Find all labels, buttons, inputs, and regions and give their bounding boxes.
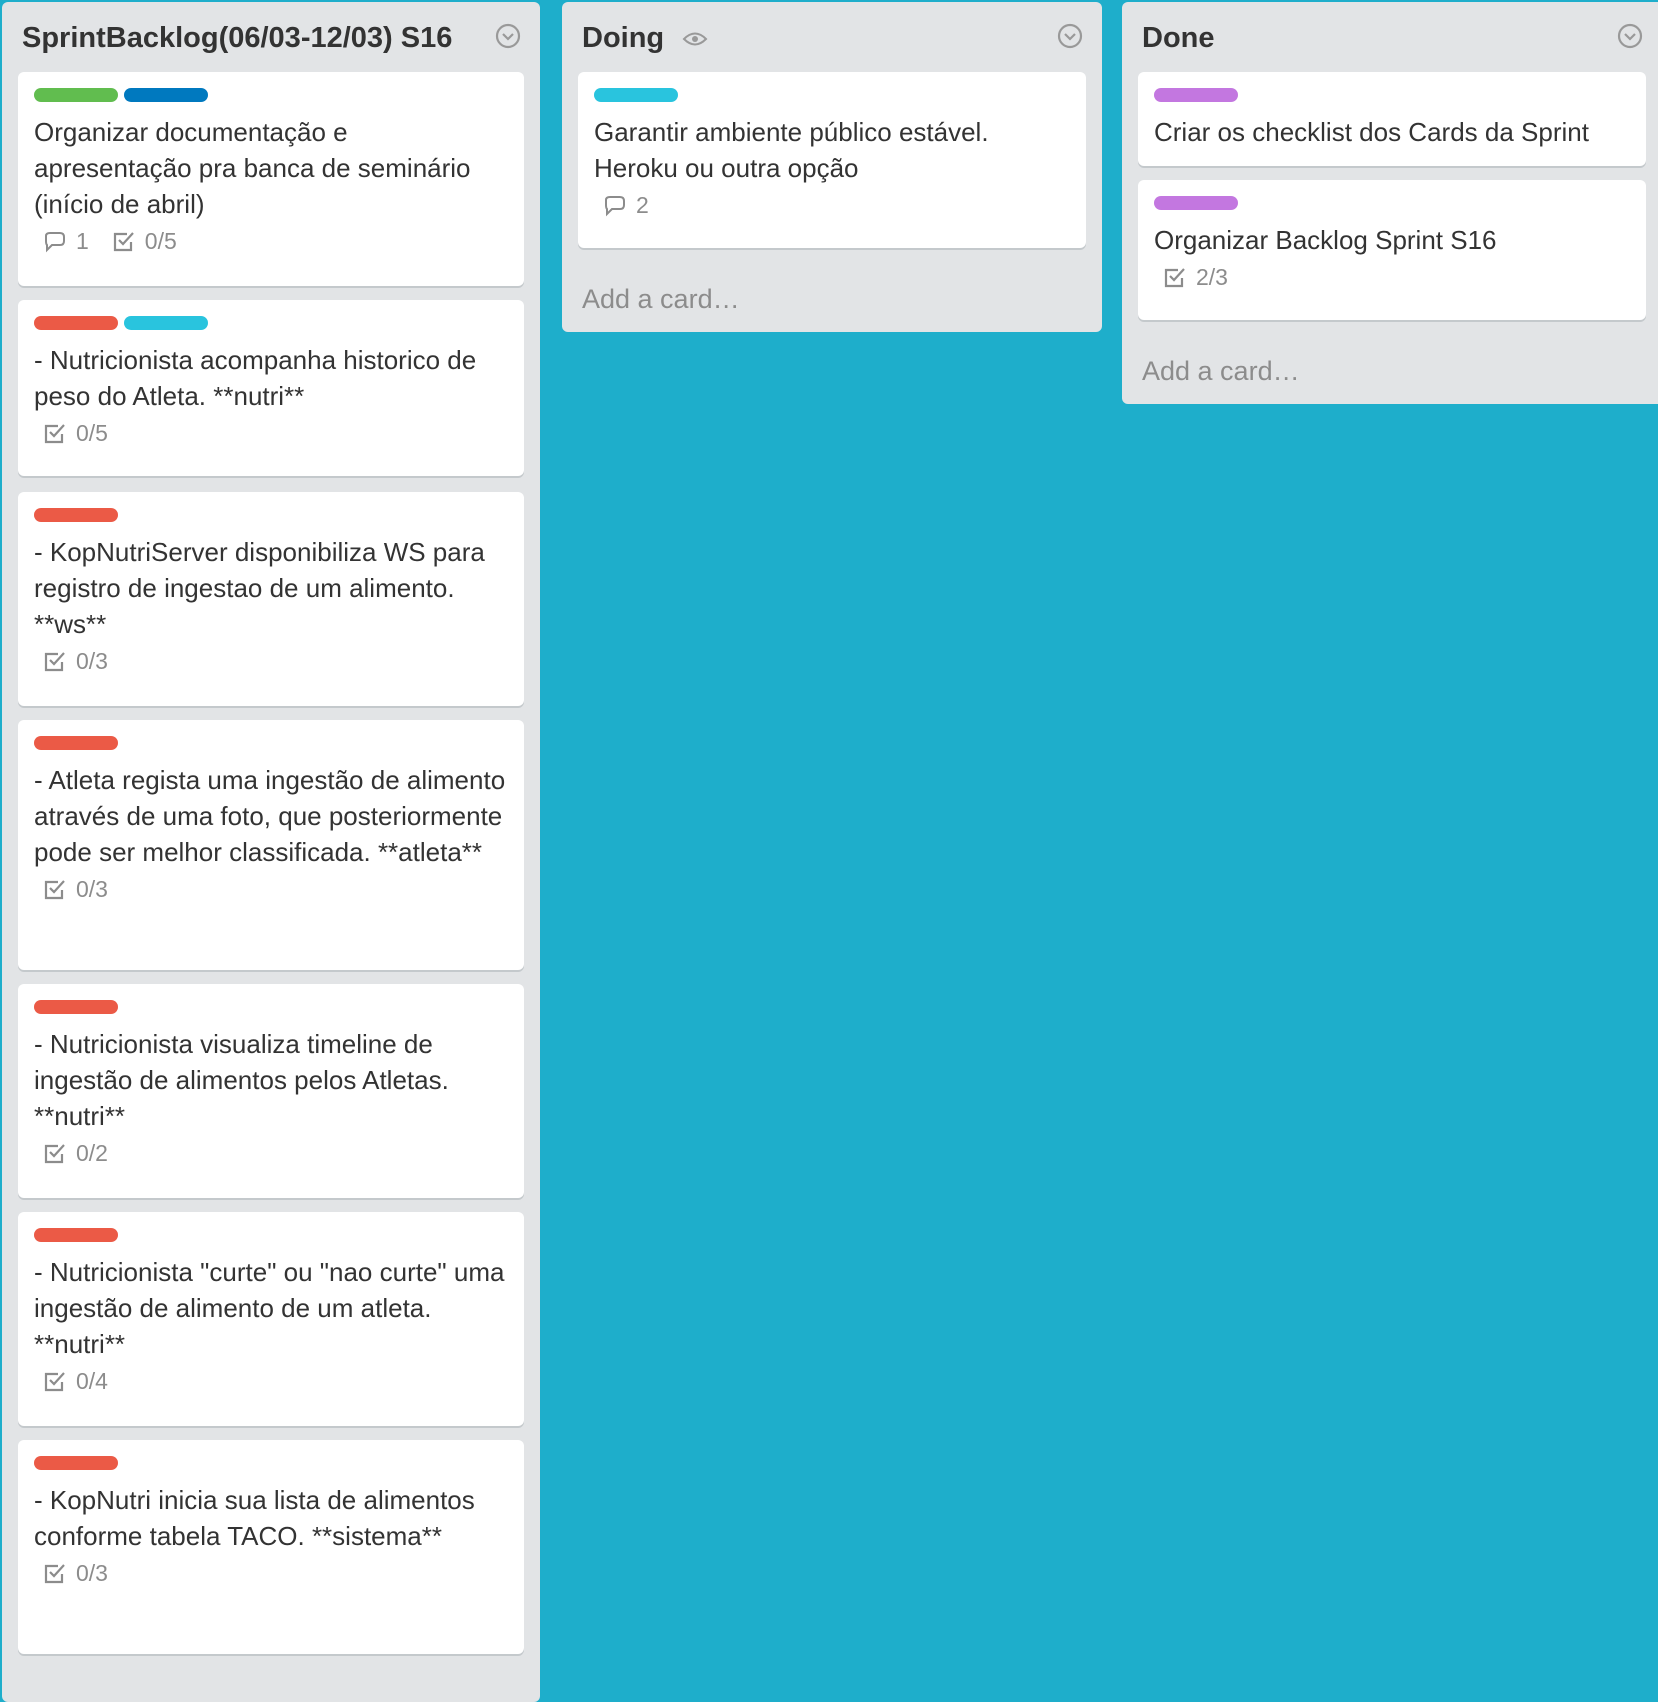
checklist-count: 0/3 [76, 1560, 108, 1586]
label-purple [1154, 196, 1238, 210]
card[interactable]: - KopNutri inicia sua lista de alimentos… [18, 1440, 524, 1654]
card-title: - Nutricionista acompanha historico de p… [34, 345, 477, 411]
card[interactable]: - KopNutriServer disponibiliza WS para r… [18, 492, 524, 706]
checklist-count: 0/3 [76, 648, 108, 674]
checklist-icon [44, 879, 65, 899]
list-menu-icon[interactable] [494, 22, 522, 50]
list-title: Doing [582, 22, 708, 55]
card-badges: 0/5 [34, 420, 508, 447]
card-badges: 0/4 [34, 1368, 508, 1395]
checklist-icon [44, 1143, 65, 1163]
add-card-button[interactable]: Add a card… [1142, 356, 1300, 387]
label-blue [124, 88, 208, 102]
checklist-badge: 0/2 [42, 1140, 108, 1167]
comments-badge: 1 [42, 228, 89, 255]
card[interactable]: Organizar documentação e apresentação pr… [18, 72, 524, 286]
list-title-text[interactable]: Doing [582, 22, 664, 54]
card-labels [594, 88, 1070, 104]
card-title: - Atleta regista uma ingestão de aliment… [34, 765, 506, 867]
card[interactable]: - Nutricionista "curte" ou "nao curte" u… [18, 1212, 524, 1426]
checklist-icon [44, 423, 65, 443]
card-title: - Nutricionista visualiza timeline de in… [34, 1029, 449, 1131]
card-labels [34, 736, 508, 752]
checklist-badge: 0/5 [111, 228, 177, 255]
label-red [34, 1000, 118, 1014]
list-sprint-backlog: SprintBacklog(06/03-12/03) S16 Organizar… [2, 2, 540, 1702]
label-red [34, 736, 118, 750]
comment-icon [45, 231, 65, 252]
list-doing: Doing Garantir ambiente público estável.… [562, 2, 1102, 332]
comments-count: 2 [636, 192, 649, 218]
comment-icon [605, 195, 625, 216]
list-title[interactable]: Done [1142, 22, 1215, 55]
checklist-icon [44, 1563, 65, 1583]
comments-count: 1 [76, 228, 89, 254]
checklist-count: 0/4 [76, 1368, 108, 1394]
checklist-badge: 0/5 [42, 420, 108, 447]
card-title: Garantir ambiente público estável. Herok… [594, 117, 989, 183]
checklist-count: 0/5 [76, 420, 108, 446]
label-red [34, 1456, 118, 1470]
comments-badge: 2 [602, 192, 649, 219]
card[interactable]: Organizar Backlog Sprint S16 2/3 [1138, 180, 1646, 320]
checklist-icon [1164, 267, 1185, 287]
card[interactable]: - Atleta regista uma ingestão de aliment… [18, 720, 524, 970]
card-title: Criar os checklist dos Cards da Sprint [1154, 117, 1589, 147]
card-labels [1154, 196, 1630, 212]
card-badges: 0/3 [34, 1560, 508, 1587]
label-red [34, 508, 118, 522]
checklist-icon [44, 651, 65, 671]
card-badges: 0/2 [34, 1140, 508, 1167]
list-header: Done [1122, 2, 1658, 72]
checklist-count: 2/3 [1196, 264, 1228, 290]
label-sky [594, 88, 678, 102]
list-header: Doing [562, 2, 1102, 72]
card-title: Organizar documentação e apresentação pr… [34, 117, 471, 219]
card-labels [34, 508, 508, 524]
card-labels [34, 1000, 508, 1016]
card[interactable]: Garantir ambiente público estável. Herok… [578, 72, 1086, 248]
card-labels [34, 1456, 508, 1472]
checklist-count: 0/2 [76, 1140, 108, 1166]
list-menu-icon[interactable] [1056, 22, 1084, 50]
list-header: SprintBacklog(06/03-12/03) S16 [2, 2, 540, 72]
card[interactable]: - Nutricionista visualiza timeline de in… [18, 984, 524, 1198]
card-badges: 0/3 [34, 648, 508, 675]
checklist-icon [113, 231, 134, 251]
add-card-button[interactable]: Add a card… [582, 284, 740, 315]
card-title: - Nutricionista "curte" ou "nao curte" u… [34, 1257, 505, 1359]
label-sky [124, 316, 208, 330]
card[interactable]: Criar os checklist dos Cards da Sprint [1138, 72, 1646, 166]
card-labels [34, 316, 508, 332]
card-title: - KopNutriServer disponibiliza WS para r… [34, 537, 485, 639]
checklist-badge: 0/3 [42, 1560, 108, 1587]
eye-icon [682, 32, 708, 46]
label-red [34, 316, 118, 330]
checklist-badge: 0/3 [42, 876, 108, 903]
card-labels [1154, 88, 1630, 104]
label-purple [1154, 88, 1238, 102]
list-menu-icon[interactable] [1616, 22, 1644, 50]
card-title: Organizar Backlog Sprint S16 [1154, 225, 1497, 255]
list-title[interactable]: SprintBacklog(06/03-12/03) S16 [22, 22, 452, 55]
card-labels [34, 1228, 508, 1244]
label-green [34, 88, 118, 102]
checklist-count: 0/3 [76, 876, 108, 902]
card[interactable]: - Nutricionista acompanha historico de p… [18, 300, 524, 476]
card-labels [34, 88, 508, 104]
card-badges: 1 0/5 [34, 228, 508, 255]
checklist-badge: 2/3 [1162, 264, 1228, 291]
card-badges: 2 [594, 192, 1070, 219]
checklist-badge: 0/4 [42, 1368, 108, 1395]
checklist-icon [44, 1371, 65, 1391]
card-title: - KopNutri inicia sua lista de alimentos… [34, 1485, 475, 1551]
checklist-badge: 0/3 [42, 648, 108, 675]
label-red [34, 1228, 118, 1242]
card-badges: 2/3 [1154, 264, 1630, 291]
checklist-count: 0/5 [144, 228, 177, 254]
list-done: Done Criar os checklist dos Cards da Spr… [1122, 2, 1658, 404]
card-badges: 0/3 [34, 876, 508, 903]
